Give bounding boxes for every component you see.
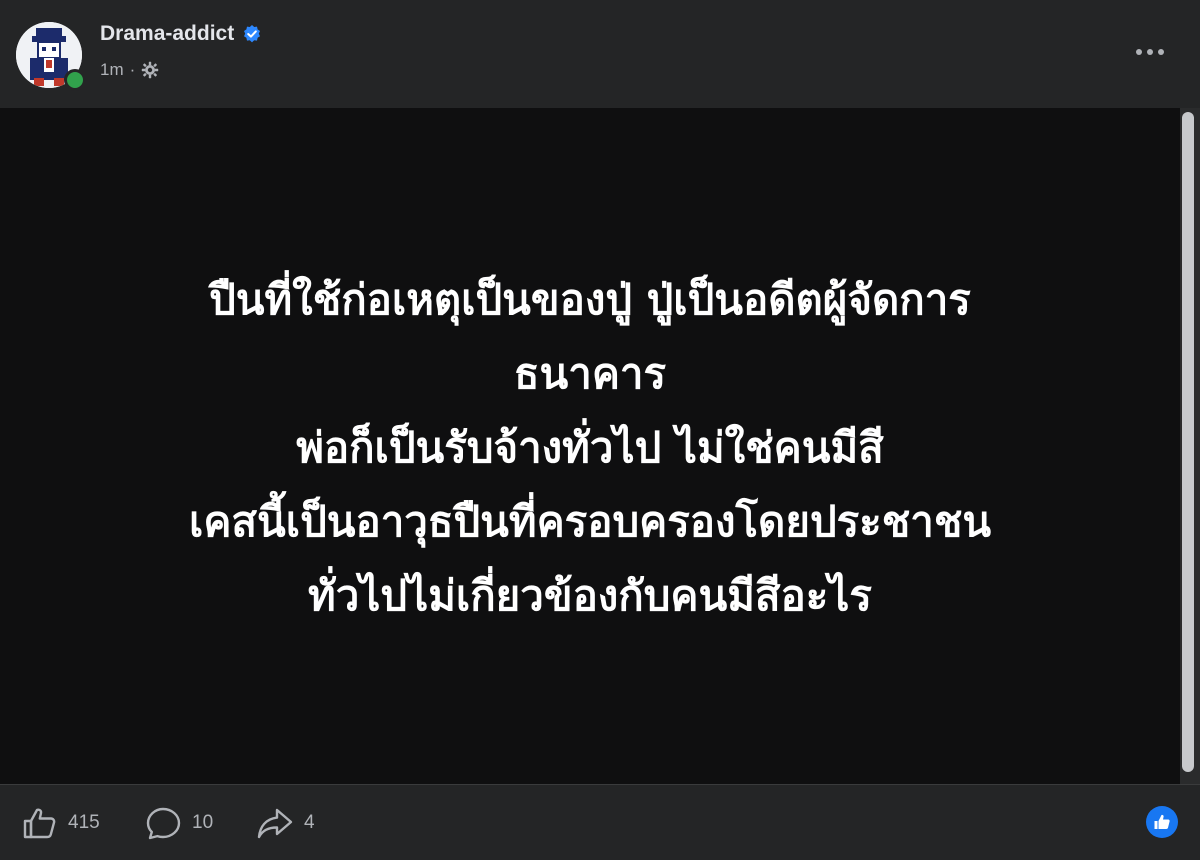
thumbs-up-icon [1154,814,1170,829]
more-dot-icon [1158,49,1164,55]
more-options-button[interactable] [1126,36,1174,68]
verified-badge-icon [244,25,261,43]
post-content: ปืนที่ใช้ก่อเหตุเป็นของปู่ ปู่เป็นอดีตผู… [0,108,1180,784]
like-count: 415 [68,812,100,833]
thumbs-up-icon [23,808,56,839]
post-text-line: ทั่วไปไม่เกี่ยวข้องกับคนมีสีอะไร [308,571,872,620]
post-timestamp[interactable]: 1m [100,60,124,80]
post-meta: 1m · [100,60,159,80]
post-actions-bar: 415 10 4 [0,784,1200,860]
meta-separator: · [129,60,136,79]
online-status-dot [64,69,86,91]
post-text-line: พ่อก็เป็นรับจ้างทั่วไป ไม่ใช่คนมีสี [296,423,884,472]
post-text-line: ธนาคาร [513,349,667,398]
share-count: 4 [304,812,315,833]
post-header: Drama-addict 1m · [0,0,1200,108]
post-text: ปืนที่ใช้ก่อเหตุเป็นของปู่ ปู่เป็นอดีตผู… [80,263,1100,633]
share-button[interactable]: 4 [256,805,315,841]
gear-icon[interactable] [141,61,159,79]
comment-count: 10 [192,812,214,833]
scrollbar-thumb[interactable] [1182,112,1194,772]
author-name[interactable]: Drama-addict [100,22,234,46]
post-author: Drama-addict [100,22,262,46]
comment-icon [146,807,181,840]
more-dot-icon [1136,49,1142,55]
post-text-line: ปืนที่ใช้ก่อเหตุเป็นของปู่ ปู่เป็นอดีตผู… [209,275,971,324]
post-text-line: เคสนี้เป็นอาวุธปืนที่ครอบครองโดยประชาชน [188,497,992,546]
like-button[interactable]: 415 [22,805,100,841]
share-icon [257,808,293,839]
like-reaction-badge[interactable] [1146,806,1178,838]
comment-button[interactable]: 10 [146,805,213,841]
more-dot-icon [1147,49,1153,55]
